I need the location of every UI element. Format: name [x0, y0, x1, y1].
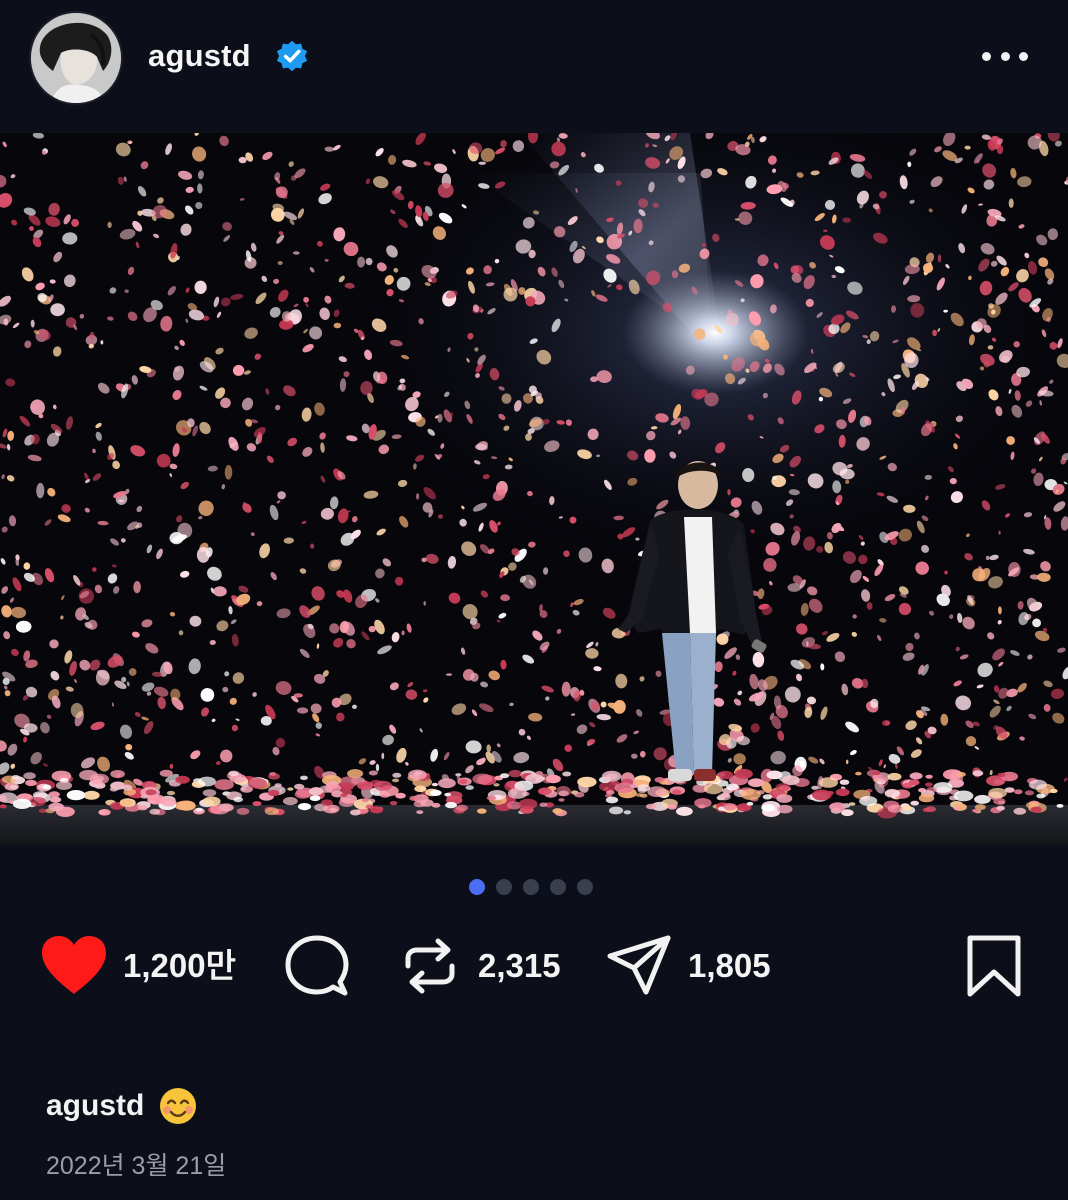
verified-badge-icon: [276, 40, 308, 72]
more-dot: [1019, 51, 1028, 61]
more-dot: [1000, 51, 1010, 61]
bookmark-icon[interactable]: [966, 934, 1022, 998]
carousel-indicator: [469, 879, 593, 895]
repost-icon[interactable]: [400, 936, 460, 996]
carousel-dot[interactable]: [550, 879, 566, 895]
concert-photo: [0, 133, 1068, 845]
carousel-dot[interactable]: [577, 879, 593, 895]
share-icon[interactable]: [606, 934, 672, 998]
post-view: agustd 1,200만 2,315 1,805 agustd 2022년 3…: [0, 0, 1068, 1200]
share-count[interactable]: 1,805: [688, 930, 771, 1002]
username[interactable]: agustd: [148, 38, 251, 74]
more-options-button[interactable]: [982, 38, 1028, 74]
carousel-dot[interactable]: [496, 879, 512, 895]
post-date: 2022년 3월 21일: [46, 1152, 227, 1180]
comment-icon[interactable]: [284, 934, 350, 998]
like-count[interactable]: 1,200만: [123, 930, 236, 1002]
more-horizontal-icon: [982, 51, 991, 61]
caption-username[interactable]: agustd: [46, 1089, 144, 1123]
heart-icon[interactable]: [40, 934, 108, 996]
repost-count[interactable]: 2,315: [478, 930, 561, 1002]
post-header: agustd: [0, 0, 1068, 132]
avatar-image: [31, 13, 121, 103]
carousel-dot[interactable]: [469, 879, 485, 895]
avatar[interactable]: [31, 13, 121, 103]
post-image[interactable]: [0, 133, 1068, 845]
smiling-face-emoji-icon: [160, 1088, 197, 1124]
caption: agustd: [46, 1086, 198, 1126]
action-bar: 1,200만 2,315 1,805: [0, 930, 1068, 1002]
carousel-dot[interactable]: [523, 879, 539, 895]
